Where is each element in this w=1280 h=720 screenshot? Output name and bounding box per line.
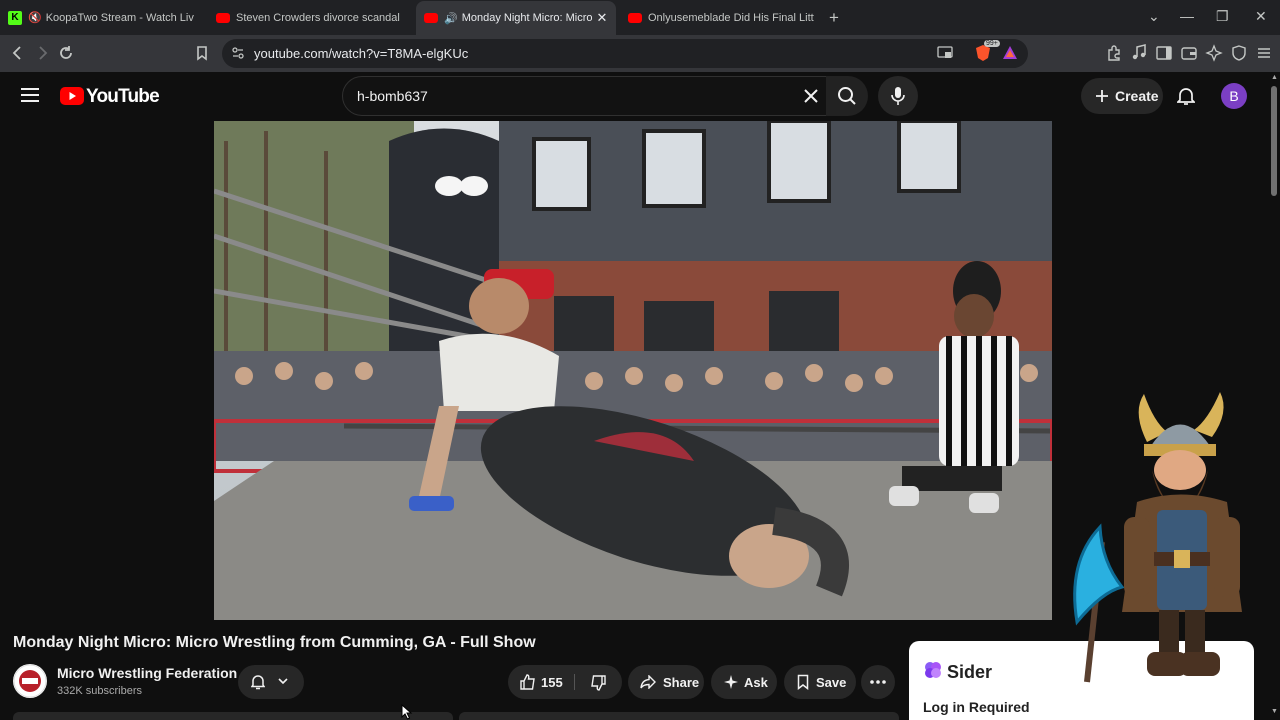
subscription-bell-button[interactable] xyxy=(238,665,304,699)
chevron-down-icon xyxy=(278,678,288,685)
youtube-favicon-icon xyxy=(424,13,438,23)
create-label: Create xyxy=(1115,88,1159,104)
share-button[interactable]: Share xyxy=(628,665,704,699)
divider xyxy=(574,674,575,690)
bookmark-icon xyxy=(797,674,809,690)
search-query: h-bomb637 xyxy=(357,88,428,104)
bell-icon xyxy=(251,675,265,690)
video-title: Monday Night Micro: Micro Wrestling from… xyxy=(13,634,536,651)
cast-icon[interactable] xyxy=(937,46,953,60)
thumbs-down-icon xyxy=(591,675,606,691)
channel-avatar[interactable] xyxy=(13,664,47,698)
ask-label: Ask xyxy=(744,675,768,690)
extensions-icon[interactable] xyxy=(1105,44,1123,62)
save-label: Save xyxy=(816,675,847,690)
more-horizontal-icon xyxy=(870,680,886,684)
scroll-up-icon[interactable]: ▲ xyxy=(1271,74,1278,81)
like-button[interactable]: 155 xyxy=(508,665,576,699)
subscriber-count: 332K subscribers xyxy=(57,685,142,697)
sidebar-icon[interactable] xyxy=(1155,44,1173,62)
browser-tab-active[interactable]: 🔊 Monday Night Micro: Micro W ✕ xyxy=(416,1,616,35)
like-dislike-group: 155 xyxy=(508,665,622,699)
browser-tab[interactable]: Steven Crowders divorce scandal | RE xyxy=(216,5,402,30)
bookmark-icon[interactable] xyxy=(193,44,211,62)
audio-playing-icon[interactable]: 🔊 xyxy=(444,12,458,25)
sider-viking-mascot[interactable] xyxy=(1062,392,1268,697)
dislike-button[interactable] xyxy=(576,665,622,699)
guide-menu-icon[interactable] xyxy=(21,87,39,103)
scroll-down-icon[interactable]: ▼ xyxy=(1271,708,1278,715)
menu-icon[interactable] xyxy=(1255,44,1273,62)
muted-icon[interactable]: 🔇 xyxy=(28,11,42,24)
notifications-bell-icon[interactable] xyxy=(1177,86,1195,106)
more-actions-button[interactable] xyxy=(861,665,895,699)
save-button[interactable]: Save xyxy=(784,665,856,699)
kick-favicon-icon: K xyxy=(8,10,22,25)
back-icon[interactable] xyxy=(9,44,27,62)
forward-icon[interactable] xyxy=(33,44,51,62)
new-tab-icon[interactable]: + xyxy=(829,8,839,28)
comments-box[interactable] xyxy=(459,712,899,720)
video-player[interactable] xyxy=(214,121,1052,620)
reload-icon[interactable] xyxy=(57,44,75,62)
tab-title: Steven Crowders divorce scandal | RE xyxy=(236,11,402,24)
description-box[interactable] xyxy=(13,712,453,720)
plus-icon xyxy=(1096,90,1108,102)
notification-badge: 99+ xyxy=(984,40,1000,47)
tab-title: KoopaTwo Stream - Watch Live o xyxy=(45,11,194,24)
brave-rewards-icon[interactable] xyxy=(1002,45,1018,61)
share-arrow-icon xyxy=(640,675,656,689)
browser-tab[interactable]: Onlyusemeblade Did His Final Litty S xyxy=(628,5,814,30)
page-scrollbar[interactable]: ▲ ▼ xyxy=(1269,72,1280,720)
browser-toolbar: youtube.com/watch?v=T8MA-elgKUc 99+ xyxy=(0,35,1280,72)
sider-name: Sider xyxy=(947,662,993,682)
search-input[interactable]: h-bomb637 xyxy=(342,76,830,116)
url-text: youtube.com/watch?v=T8MA-elgKUc xyxy=(254,46,469,61)
window-close-icon[interactable]: ✕ xyxy=(1255,8,1267,25)
ask-button[interactable]: Ask xyxy=(711,665,777,699)
maximize-icon[interactable]: ❐ xyxy=(1216,8,1229,25)
minimize-icon[interactable]: — xyxy=(1180,8,1194,24)
like-count: 155 xyxy=(541,675,563,690)
youtube-logo-icon[interactable] xyxy=(60,87,84,105)
youtube-logo-text[interactable]: YouTube xyxy=(86,86,160,108)
youtube-header: YouTube h-bomb637 Create B xyxy=(0,72,1280,120)
search-button[interactable] xyxy=(826,76,868,116)
account-avatar[interactable]: B xyxy=(1221,83,1247,109)
voice-search-button[interactable] xyxy=(878,76,918,116)
create-button[interactable]: Create xyxy=(1081,78,1163,114)
site-settings-icon[interactable] xyxy=(231,46,245,60)
media-controls-icon[interactable] xyxy=(1130,44,1148,62)
youtube-favicon-icon xyxy=(216,12,230,23)
youtube-favicon-icon xyxy=(628,12,642,23)
tab-search-chevron-icon[interactable]: ⌄ xyxy=(1148,8,1160,25)
channel-name[interactable]: Micro Wrestling Federation xyxy=(57,665,237,681)
mouse-cursor-icon xyxy=(401,704,413,720)
sparkle-icon xyxy=(724,675,738,689)
browser-tab[interactable]: K 🔇 KoopaTwo Stream - Watch Live o xyxy=(8,5,194,30)
tab-title: Monday Night Micro: Micro W xyxy=(461,12,594,24)
sider-logo-icon xyxy=(923,660,943,680)
vpn-shield-icon[interactable] xyxy=(1230,44,1248,62)
close-tab-icon[interactable]: ✕ xyxy=(594,10,610,26)
wallet-icon[interactable] xyxy=(1180,44,1198,62)
share-label: Share xyxy=(663,675,700,690)
browser-tab-strip: K 🔇 KoopaTwo Stream - Watch Live o Steve… xyxy=(0,0,1280,35)
address-bar[interactable]: youtube.com/watch?v=T8MA-elgKUc 99+ xyxy=(222,39,1028,68)
clear-search-icon[interactable] xyxy=(803,88,819,104)
tab-title: Onlyusemeblade Did His Final Litty S xyxy=(648,11,814,24)
sider-login-required: Log in Required xyxy=(923,699,1030,715)
scrollbar-thumb[interactable] xyxy=(1271,86,1277,196)
thumbs-up-icon xyxy=(520,674,535,690)
leo-ai-icon[interactable] xyxy=(1205,44,1223,62)
